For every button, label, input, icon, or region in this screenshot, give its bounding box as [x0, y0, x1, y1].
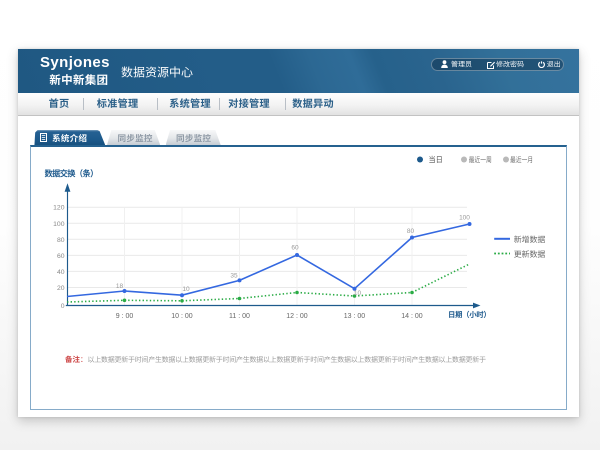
svg-text:9 : 00: 9 : 00 — [116, 313, 134, 320]
svg-text:18: 18 — [116, 283, 124, 290]
svg-text:60: 60 — [57, 253, 65, 260]
svg-text:100: 100 — [53, 221, 65, 228]
svg-text:12 : 00: 12 : 00 — [286, 313, 308, 320]
svg-text:120: 120 — [53, 205, 65, 212]
svg-text:10: 10 — [354, 290, 362, 297]
svg-text:11 : 00: 11 : 00 — [229, 313, 250, 320]
svg-text:40: 40 — [57, 269, 65, 276]
svg-text:10 : 00: 10 : 00 — [171, 313, 193, 320]
svg-text:60: 60 — [291, 245, 299, 252]
svg-text:80: 80 — [407, 228, 415, 235]
svg-text:80: 80 — [57, 237, 65, 244]
svg-text:10: 10 — [182, 286, 190, 293]
svg-text:13 : 00: 13 : 00 — [344, 313, 366, 320]
svg-text:100: 100 — [459, 215, 470, 222]
svg-text:20: 20 — [57, 285, 65, 292]
svg-text:0: 0 — [61, 303, 65, 310]
svg-text:14 : 00: 14 : 00 — [401, 313, 423, 320]
svg-text:35: 35 — [230, 273, 238, 280]
